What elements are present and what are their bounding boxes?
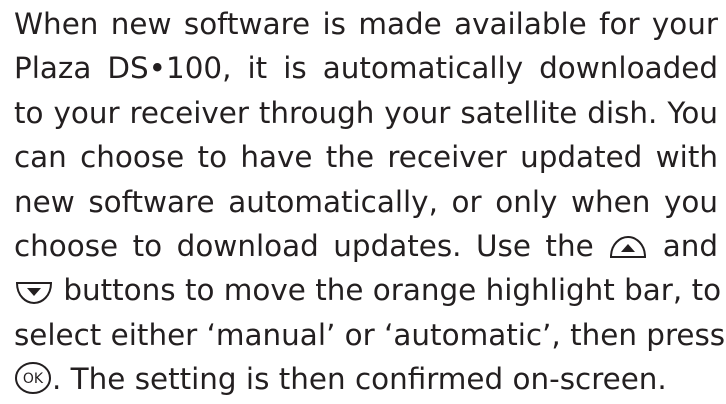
text-line-7-text: buttons to move the orange highlight bar… — [63, 273, 722, 308]
down-arrow-button-icon — [14, 278, 54, 306]
text-line-1: When new software is made available for … — [14, 7, 718, 41]
text-line-9-text: . The setting is then confirmed on-scree… — [52, 362, 667, 397]
text-line-5: new software automatically, or only when… — [14, 184, 718, 219]
ok-button-icon: OK — [14, 361, 52, 395]
text-line-9: OK . The setting is then confirmed on-scr… — [14, 357, 718, 401]
text-line-8: select either ‘manual’ or ‘automatic’, t… — [14, 317, 726, 352]
text-line-7: buttons to move the orange highlight bar… — [14, 268, 722, 312]
text-line-4: can choose to have the receiver updated … — [14, 140, 718, 175]
text-line-6-start: choose to download updates. Use the — [14, 229, 594, 264]
up-arrow-button-icon — [608, 234, 648, 262]
text-line-3: to your receiver through your satellite … — [14, 95, 718, 130]
ok-button-label: OK — [23, 371, 44, 387]
text-line-6: choose to download updates. Use the and — [14, 224, 718, 268]
text-line-6-end: and — [662, 229, 718, 264]
text-line-2: Plaza DS•100, it is automatically downlo… — [14, 51, 718, 86]
manual-paragraph: When new software is made available for … — [14, 2, 726, 402]
